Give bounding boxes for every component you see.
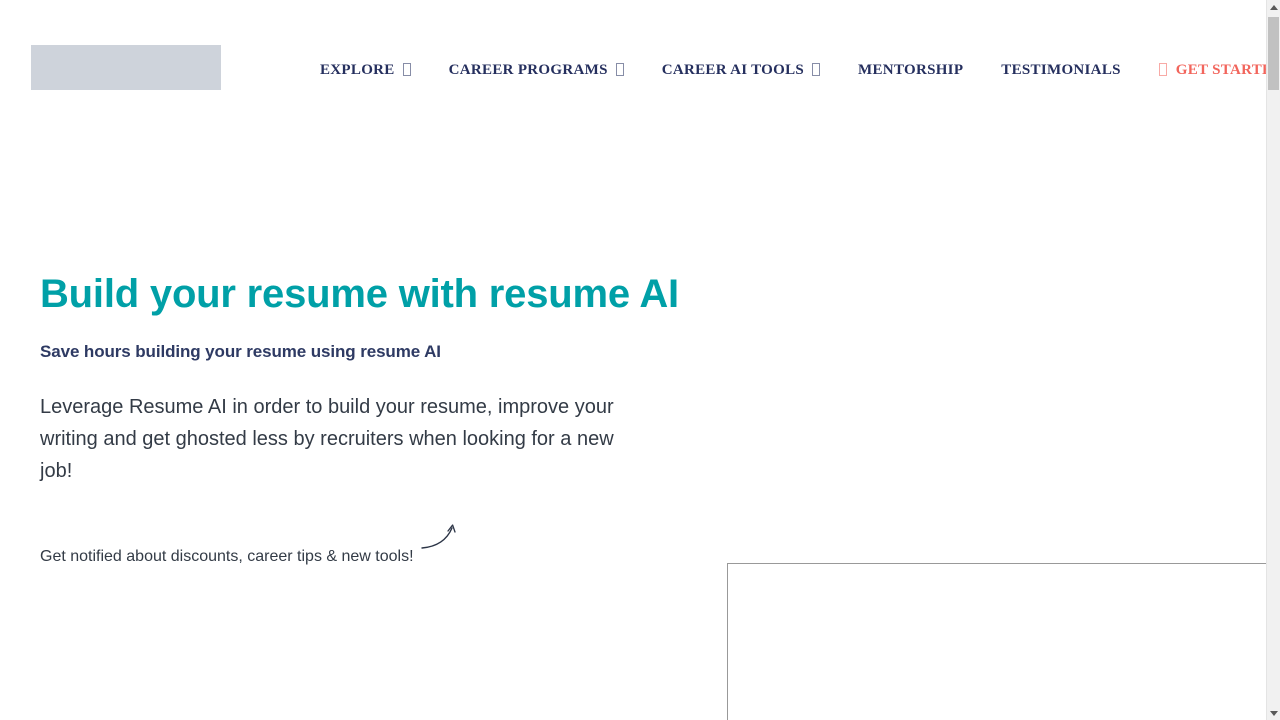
nav-label-career-ai-tools: CAREER AI TOOLS (661, 62, 805, 78)
nav-label-career-programs: CAREER PROGRAMS (448, 62, 608, 78)
nav-item-career-programs[interactable]: CAREER PROGRAMS (449, 57, 624, 83)
curved-arrow-up-right-icon (420, 520, 466, 563)
chevron-down-icon (402, 62, 411, 76)
scrollbar-thumb[interactable] (1268, 17, 1279, 90)
hero-subtitle: Save hours building your resume using re… (40, 342, 441, 361)
nav-item-explore[interactable]: EXPLORE (320, 57, 411, 83)
site-logo[interactable] (31, 45, 221, 90)
hero-description: Leverage Resume AI in order to build you… (40, 396, 614, 482)
chevron-down-icon (615, 62, 624, 76)
nav-label-testimonials: TESTIMONIALS (1001, 62, 1121, 78)
triangle-up-icon (1269, 4, 1278, 10)
hero-section: Build your resume with resume AI Save ho… (40, 268, 680, 568)
site-header: EXPLORE CAREER PROGRAMS CAREER AI TOOLS … (0, 0, 1266, 136)
scroll-down-button[interactable] (1267, 706, 1280, 720)
embedded-signup-frame[interactable] (727, 563, 1266, 720)
scroll-up-button[interactable] (1267, 0, 1280, 14)
nav-label-get-started: GET STARTED (1175, 62, 1266, 78)
notify-label: Get notified about discounts, career tip… (40, 548, 414, 565)
rocket-icon (1158, 62, 1167, 76)
page-root: EXPLORE CAREER PROGRAMS CAREER AI TOOLS … (0, 0, 1280, 720)
notify-row: Get notified about discounts, career tip… (40, 487, 680, 568)
chevron-down-icon (812, 62, 821, 76)
vertical-scrollbar[interactable] (1266, 0, 1280, 720)
page-title: Build your resume with resume AI (40, 272, 679, 316)
browser-viewport: EXPLORE CAREER PROGRAMS CAREER AI TOOLS … (0, 0, 1266, 720)
nav-item-testimonials[interactable]: TESTIMONIALS (1001, 57, 1120, 83)
nav-label-explore: EXPLORE (320, 62, 395, 78)
nav-item-mentorship[interactable]: MENTORSHIP (858, 57, 963, 83)
triangle-down-icon (1269, 710, 1278, 716)
nav-item-get-started[interactable]: GET STARTED (1158, 57, 1266, 83)
nav-label-mentorship: MENTORSHIP (858, 62, 964, 78)
nav-item-career-ai-tools[interactable]: CAREER AI TOOLS (661, 57, 821, 83)
main-navigation: EXPLORE CAREER PROGRAMS CAREER AI TOOLS … (320, 57, 1266, 83)
